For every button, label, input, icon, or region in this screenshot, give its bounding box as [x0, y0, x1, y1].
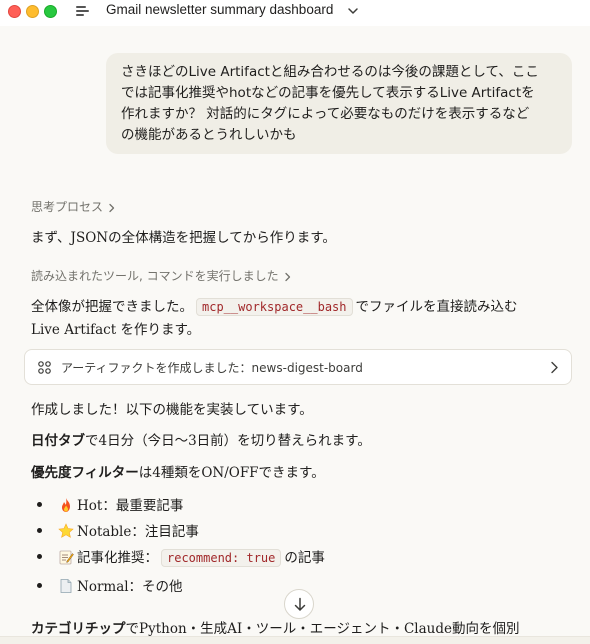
assistant-text-line: 作成しました！以下の機能を実装しています。 [31, 402, 313, 418]
user-message-line: では記事化推奨やhotなどの記事を優先して表示するLive Artifactを [121, 85, 535, 101]
close-window-button[interactable] [8, 5, 21, 18]
artifact-icon [38, 361, 51, 374]
date-tab-heading: 日付タブ [31, 433, 85, 449]
user-message-line: の機能があるとうれしいかも [121, 127, 297, 143]
assistant-text: 全体像が把握できました。 [31, 299, 193, 315]
assistant-text-line: 全体像が把握できました。 mcp__workspace__bash でファイルを直接… [31, 295, 518, 316]
bullet-text: Normal：その他 [77, 579, 183, 595]
assistant-text-line: カテゴリチップでPython・生成AI・ツール・エージェント・Claude動向を… [31, 617, 520, 637]
artifact-card[interactable]: アーティファクトを作成しました：news-digest-board [24, 349, 572, 385]
assistant-text-line: Live Artifact を作ります。 [31, 322, 201, 338]
thinking-process-toggle[interactable]: 思考プロセス [31, 198, 116, 215]
thinking-process-label: 思考プロセス [31, 200, 104, 214]
chevron-right-icon [109, 203, 115, 212]
bullet-text: の記事 [284, 550, 325, 566]
priority-filter-heading: 優先度フィルター [31, 465, 139, 481]
tools-used-label: 読み込まれたツール, コマンドを実行しました [31, 269, 279, 283]
category-chip-heading: カテゴリチップ [31, 621, 126, 637]
minimize-window-button[interactable] [26, 5, 39, 18]
assistant-text-line: まず、JSONの全体構造を把握してから作ります。 [31, 230, 336, 246]
star-icon [58, 523, 74, 538]
inline-code: mcp__workspace__bash [196, 298, 353, 316]
page-icon [60, 579, 72, 593]
arrow-down-icon [294, 597, 306, 611]
assistant-text: は4種類をON/OFFできます。 [138, 465, 325, 481]
tools-used-toggle[interactable]: 読み込まれたツール, コマンドを実行しました [31, 267, 292, 284]
conversation-title[interactable]: Gmail newsletter summary dashboard [106, 2, 333, 17]
user-message-bubble: さきほどのLive Artifactと組み合わせるのは今後の課題として、ここ で… [106, 53, 572, 154]
bullet-dot [37, 528, 42, 533]
bullet-text: Hot：最重要記事 [77, 498, 184, 514]
bullet-dot [37, 554, 42, 559]
chevron-right-icon [551, 361, 558, 374]
assistant-text: でファイルを直接読み込む [355, 299, 518, 315]
title-bar: Gmail newsletter summary dashboard [0, 0, 590, 26]
artifact-label: アーティファクトを作成しました：news-digest-board [61, 361, 363, 375]
fire-icon [62, 498, 70, 512]
menu-icon[interactable] [76, 5, 90, 17]
bullet-dot [37, 583, 42, 588]
bullet-dot [37, 502, 42, 507]
assistant-text: で4日分（今日〜3日前）を切り替えられます。 [85, 433, 371, 449]
chevron-right-icon [284, 272, 290, 281]
memo-icon [59, 550, 74, 565]
list-item: Notable：注目記事 [37, 520, 199, 540]
app-window: Gmail newsletter summary dashboard さきほどの… [0, 0, 590, 644]
chevron-down-icon[interactable] [347, 5, 359, 17]
bullet-text: Notable：注目記事 [77, 524, 199, 540]
list-item: 記事化推奨： recommend: true の記事 [37, 546, 325, 567]
list-item: Hot：最重要記事 [37, 494, 183, 514]
composer-edge [0, 636, 590, 644]
bullet-text: 記事化推奨： [77, 550, 158, 566]
assistant-text: でPython・生成AI・ツール・エージェント・Claude動向を個別 [125, 621, 520, 637]
zoom-window-button[interactable] [44, 5, 57, 18]
assistant-text-line: 日付タブで4日分（今日〜3日前）を切り替えられます。 [31, 429, 371, 449]
assistant-text-line: 優先度フィルターは4種類をON/OFFできます。 [31, 461, 325, 481]
user-message-line: さきほどのLive Artifactと組み合わせるのは今後の課題として、ここ [121, 64, 539, 80]
scroll-to-bottom-button[interactable] [284, 589, 314, 619]
list-item: Normal：その他 [37, 575, 183, 595]
inline-code: recommend: true [161, 549, 282, 567]
user-message-line: 作れますか？ 対話的にタグによって必要なものだけを表示するなど [121, 106, 530, 122]
